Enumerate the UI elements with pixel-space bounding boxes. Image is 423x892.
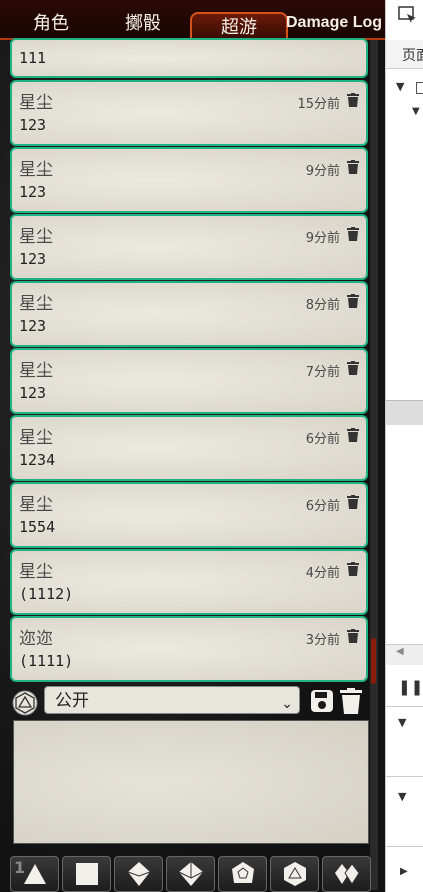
chevron-down-icon: ⌄ (281, 696, 293, 712)
message-card: 星尘 6分前 1554 (10, 482, 368, 548)
d10-icon (178, 862, 204, 886)
divider (386, 706, 423, 707)
message-time: 3分前 (305, 633, 340, 648)
d100-button[interactable] (322, 856, 371, 892)
tab-bar: 角色 擲骰 超游 Damage Log (0, 0, 385, 40)
message-time: 6分前 (305, 499, 340, 514)
chat-panel: 角色 擲骰 超游 Damage Log 111 星尘 15分前 123 星尘 9… (0, 0, 385, 892)
tree-expand-icon[interactable]: ▼ (412, 106, 420, 117)
message-sender: 星尘 (19, 428, 53, 448)
section-collapsed-icon[interactable]: ▶ (400, 866, 408, 877)
message-sender: 星尘 (19, 93, 53, 113)
d100-icon (335, 863, 360, 885)
message-sender: 迩迩 (19, 629, 53, 649)
devtools-divider[interactable] (386, 400, 423, 425)
divider (386, 846, 423, 847)
message-text: 123 (19, 116, 47, 134)
section-expand-icon[interactable]: ▼ (398, 716, 406, 729)
message-card: 迩迩 3分前 (1111) (10, 616, 368, 682)
message-card: 星尘 4分前 (1112) (10, 549, 368, 615)
d6-button[interactable] (62, 856, 111, 892)
visibility-value: 公开 (55, 691, 89, 711)
tab-character[interactable]: 角色 (6, 8, 96, 36)
trash-icon[interactable] (347, 629, 359, 643)
trash-icon[interactable] (347, 361, 359, 375)
devtools-hscroll[interactable] (386, 644, 423, 665)
scroll-left-icon[interactable]: ◀ (396, 646, 404, 657)
message-text: 1554 (19, 518, 56, 536)
tab-damage-log[interactable]: Damage Log (286, 8, 382, 36)
scrollbar-thumb[interactable] (371, 638, 376, 684)
d10-button[interactable] (166, 856, 215, 892)
pause-icon[interactable]: ❚❚ (398, 678, 423, 696)
divider (386, 776, 423, 777)
message-text: (1111) (19, 652, 74, 670)
section-expand-icon[interactable]: ▼ (398, 790, 406, 803)
message-card: 星尘 15分前 123 (10, 80, 368, 146)
tab-ooc[interactable]: 超游 (190, 12, 288, 38)
message-card: 星尘 9分前 123 (10, 147, 368, 213)
message-text: 123 (19, 317, 47, 335)
message-text: 123 (19, 183, 47, 201)
trash-icon[interactable] (347, 227, 359, 241)
dice-count-badge: 1 (14, 858, 26, 877)
d6-icon (76, 863, 98, 885)
message-sender: 星尘 (19, 294, 53, 314)
save-icon[interactable] (311, 689, 333, 713)
trash-icon[interactable] (347, 495, 359, 509)
message-time: 9分前 (305, 164, 340, 179)
d12-button[interactable] (218, 856, 267, 892)
trash-icon[interactable] (340, 688, 362, 714)
trash-icon[interactable] (347, 93, 359, 107)
trash-icon[interactable] (347, 294, 359, 308)
trash-icon[interactable] (347, 160, 359, 174)
d20-button[interactable] (270, 856, 319, 892)
d4-icon (24, 864, 46, 884)
trash-icon[interactable] (347, 428, 359, 442)
d20-icon (284, 862, 306, 886)
message-sender: 星尘 (19, 227, 53, 247)
message-card: 111 (10, 38, 368, 78)
message-sender: 星尘 (19, 160, 53, 180)
message-time: 9分前 (305, 231, 340, 246)
d12-icon (232, 862, 254, 883)
message-sender: 星尘 (19, 495, 53, 515)
d8-button[interactable] (114, 856, 163, 892)
message-text: 111 (19, 49, 47, 67)
d8-icon (127, 862, 151, 886)
message-time: 7分前 (305, 365, 340, 380)
message-text: 123 (19, 384, 47, 402)
d20-icon[interactable] (12, 690, 38, 716)
devtools-panel: 页面 ▼ ▼ ◀ ❚❚ ▼ ▼ ▶ (385, 0, 423, 892)
message-time: 8分前 (305, 298, 340, 313)
tree-expand-icon[interactable]: ▼ (396, 80, 404, 93)
chat-controls: 公开 ⌄ (0, 684, 385, 720)
folder-icon (416, 82, 423, 94)
message-time: 4分前 (305, 566, 340, 581)
tab-dice[interactable]: 擲骰 (98, 8, 188, 36)
message-card: 星尘 7分前 123 (10, 348, 368, 414)
visibility-select[interactable]: 公开 ⌄ (44, 686, 300, 714)
message-time: 6分前 (305, 432, 340, 447)
message-card: 星尘 9分前 123 (10, 214, 368, 280)
message-sender: 星尘 (19, 361, 53, 381)
devtools-tab-page[interactable]: 页面 (402, 45, 423, 65)
message-card: 星尘 8分前 123 (10, 281, 368, 347)
message-text: 123 (19, 250, 47, 268)
message-time: 15分前 (297, 97, 340, 112)
devtools-tab-strip: 页面 (386, 40, 423, 69)
message-sender: 星尘 (19, 562, 53, 582)
trash-icon[interactable] (347, 562, 359, 576)
chat-scrollbar[interactable] (370, 40, 378, 890)
message-text: (1112) (19, 585, 74, 603)
message-card: 星尘 6分前 1234 (10, 415, 368, 481)
dice-bar: 1 (0, 854, 385, 892)
message-text: 1234 (19, 451, 56, 469)
chat-input[interactable] (13, 720, 369, 844)
inspect-element-icon[interactable] (398, 6, 418, 26)
